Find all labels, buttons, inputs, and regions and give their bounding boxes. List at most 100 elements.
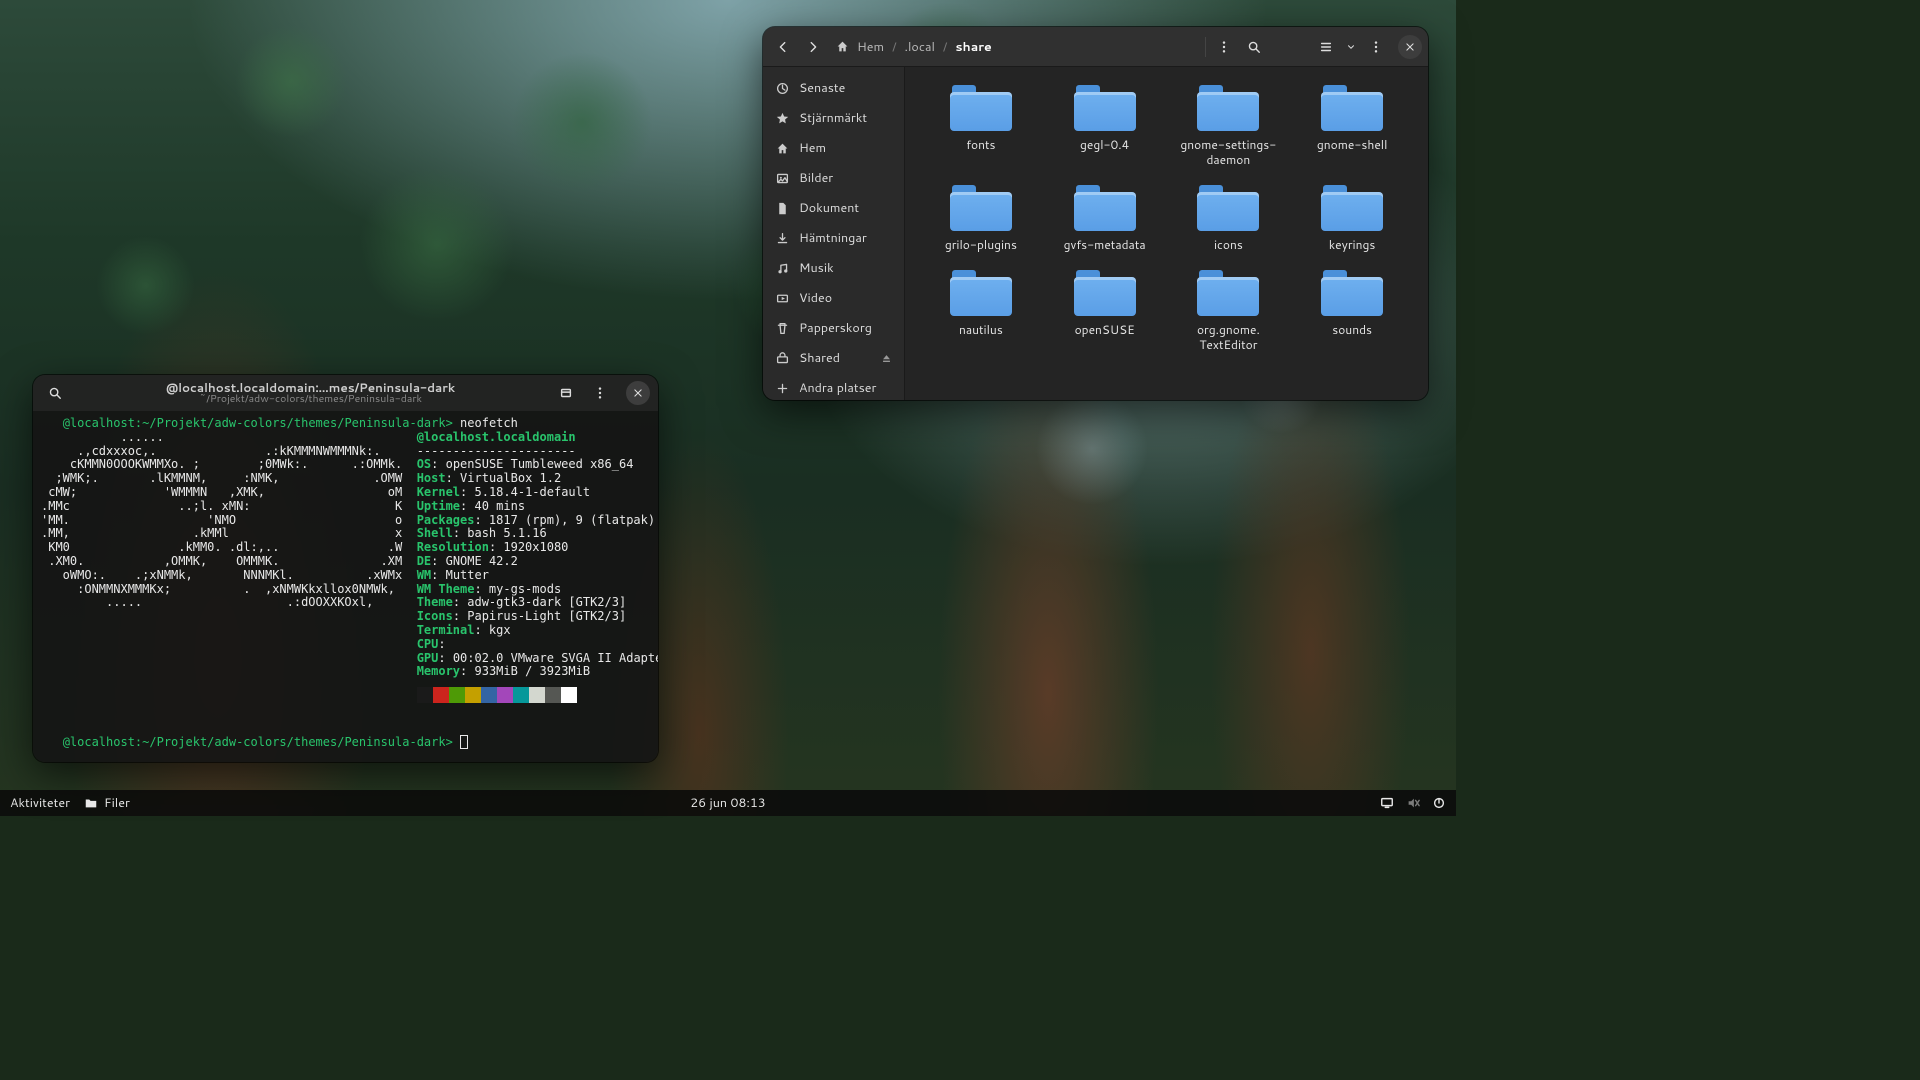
folder-label: sounds xyxy=(1332,322,1372,337)
sidebar-item-label: Dokument xyxy=(799,199,859,217)
folder-item[interactable]: sounds xyxy=(1294,270,1410,352)
sidebar-item-label: Hämtningar xyxy=(799,229,867,247)
power-icon[interactable] xyxy=(1432,796,1446,810)
view-dropdown-button[interactable] xyxy=(1342,33,1360,61)
folder-icon xyxy=(1197,185,1259,231)
folder-label: grilo-plugins xyxy=(945,237,1017,252)
folder-item[interactable]: gegl-0.4 xyxy=(1047,85,1163,167)
screen-icon[interactable] xyxy=(1380,796,1394,810)
nav-back-button[interactable] xyxy=(769,33,797,61)
sidebar-item-hämtningar[interactable]: Hämtningar xyxy=(763,223,904,253)
search-button[interactable] xyxy=(41,379,69,407)
sidebar-item-label: Senaste xyxy=(799,79,845,97)
folder-item[interactable]: fonts xyxy=(923,85,1039,167)
breadcrumb-hem[interactable]: Hem xyxy=(853,36,888,58)
folder-icon xyxy=(1197,85,1259,131)
path-menu-button[interactable] xyxy=(1210,33,1238,61)
volume-muted-icon[interactable] xyxy=(1406,796,1420,810)
sidebar-item-label: Bilder xyxy=(799,169,833,187)
activities-button[interactable]: Aktiviteter xyxy=(10,794,70,812)
terminal-title: @localhost.localdomain:…mes/Peninsula-da… xyxy=(75,381,546,406)
sidebar-item-video[interactable]: Video xyxy=(763,283,904,313)
folder-label: gnome-settings- daemon xyxy=(1180,137,1276,167)
sidebar-item-stjärnmärkt[interactable]: Stjärnmärkt xyxy=(763,103,904,133)
folder-icon xyxy=(950,85,1012,131)
music-icon xyxy=(775,261,789,275)
folder-item[interactable]: nautilus xyxy=(923,270,1039,352)
video-icon xyxy=(775,291,789,305)
sidebar-item-label: Stjärnmärkt xyxy=(799,109,867,127)
folder-icon xyxy=(1074,185,1136,231)
folder-icon xyxy=(1321,85,1383,131)
folder-item[interactable]: gnome-shell xyxy=(1294,85,1410,167)
sidebar-item-label: Papperskorg xyxy=(799,319,872,337)
window-close-button[interactable] xyxy=(626,381,650,405)
terminal-headerbar: @localhost.localdomain:…mes/Peninsula-da… xyxy=(33,375,658,411)
search-button[interactable] xyxy=(1240,33,1268,61)
folder-label: keyrings xyxy=(1329,237,1375,252)
folder-item[interactable]: grilo-plugins xyxy=(923,185,1039,252)
folder-label: icons xyxy=(1214,237,1243,252)
breadcrumb-share[interactable]: share xyxy=(951,36,995,58)
eject-icon[interactable] xyxy=(881,353,892,364)
download-icon xyxy=(775,231,789,245)
file-manager-sidebar: Senaste Stjärnmärkt Hem Bilder Dokument Hämtn… xyxy=(763,67,905,400)
sidebar-item-label: Shared xyxy=(799,349,840,367)
sidebar-item-label: Andra platser xyxy=(799,379,876,397)
view-list-button[interactable] xyxy=(1312,33,1340,61)
folder-item[interactable]: gnome-settings- daemon xyxy=(1171,85,1287,167)
picture-icon xyxy=(775,171,789,185)
file-manager-files-grid: fonts gegl-0.4 gnome-settings- daemon gnome… xyxy=(905,67,1428,400)
sidebar-item-senaste[interactable]: Senaste xyxy=(763,73,904,103)
files-app-icon xyxy=(84,796,98,810)
folder-label: gegl-0.4 xyxy=(1080,137,1129,152)
clock-icon xyxy=(775,81,789,95)
sidebar-item-label: Musik xyxy=(799,259,834,277)
sidebar-item-label: Video xyxy=(799,289,832,307)
folder-icon xyxy=(1321,270,1383,316)
sidebar-item-label: Hem xyxy=(799,139,826,157)
breadcrumb-local[interactable]: .local xyxy=(901,36,939,58)
active-app-indicator[interactable]: Filer xyxy=(84,794,130,812)
trash-icon xyxy=(775,321,789,335)
sidebar-item-dokument[interactable]: Dokument xyxy=(763,193,904,223)
folder-item[interactable]: openSUSE xyxy=(1047,270,1163,352)
folder-label: fonts xyxy=(966,137,995,152)
folder-label: gvfs-metadata xyxy=(1064,237,1146,252)
breadcrumb: Hem / .local / share xyxy=(829,36,1002,58)
window-close-button[interactable] xyxy=(1398,35,1422,59)
folder-label: nautilus xyxy=(959,322,1003,337)
folder-icon xyxy=(950,270,1012,316)
top-panel: Aktiviteter Filer 26 jun 08:13 xyxy=(0,790,1456,816)
sidebar-item-hem[interactable]: Hem xyxy=(763,133,904,163)
folder-item[interactable]: keyrings xyxy=(1294,185,1410,252)
plus-icon xyxy=(775,381,789,395)
sidebar-item-andra-platser[interactable]: Andra platser xyxy=(763,373,904,400)
sidebar-item-musik[interactable]: Musik xyxy=(763,253,904,283)
folder-label: gnome-shell xyxy=(1317,137,1388,152)
home-icon xyxy=(775,141,789,155)
star-icon xyxy=(775,111,789,125)
sidebar-item-bilder[interactable]: Bilder xyxy=(763,163,904,193)
folder-item[interactable]: gvfs-metadata xyxy=(1047,185,1163,252)
sidebar-item-papperskorg[interactable]: Papperskorg xyxy=(763,313,904,343)
folder-icon xyxy=(1074,85,1136,131)
home-icon xyxy=(835,40,849,54)
nav-forward-button[interactable] xyxy=(799,33,827,61)
file-manager-window: Hem / .local / share Senaste Stjärnmärkt H… xyxy=(763,27,1428,400)
folder-icon xyxy=(1321,185,1383,231)
folder-item[interactable]: org.gnome. TextEditor xyxy=(1171,270,1287,352)
clock[interactable]: 26 jun 08:13 xyxy=(690,794,765,812)
sidebar-item-shared[interactable]: Shared xyxy=(763,343,904,373)
hamburger-menu-button[interactable] xyxy=(1362,33,1390,61)
terminal-output[interactable]: @localhost:~/Projekt/adw-colors/themes/P… xyxy=(33,411,658,762)
shared-icon xyxy=(775,351,789,365)
folder-label: org.gnome. TextEditor xyxy=(1197,322,1260,352)
document-icon xyxy=(775,201,789,215)
folder-item[interactable]: icons xyxy=(1171,185,1287,252)
new-tab-button[interactable] xyxy=(552,379,580,407)
terminal-menu-button[interactable] xyxy=(586,379,614,407)
terminal-window: @localhost.localdomain:…mes/Peninsula-da… xyxy=(33,375,658,762)
folder-icon xyxy=(1197,270,1259,316)
folder-label: openSUSE xyxy=(1075,322,1135,337)
